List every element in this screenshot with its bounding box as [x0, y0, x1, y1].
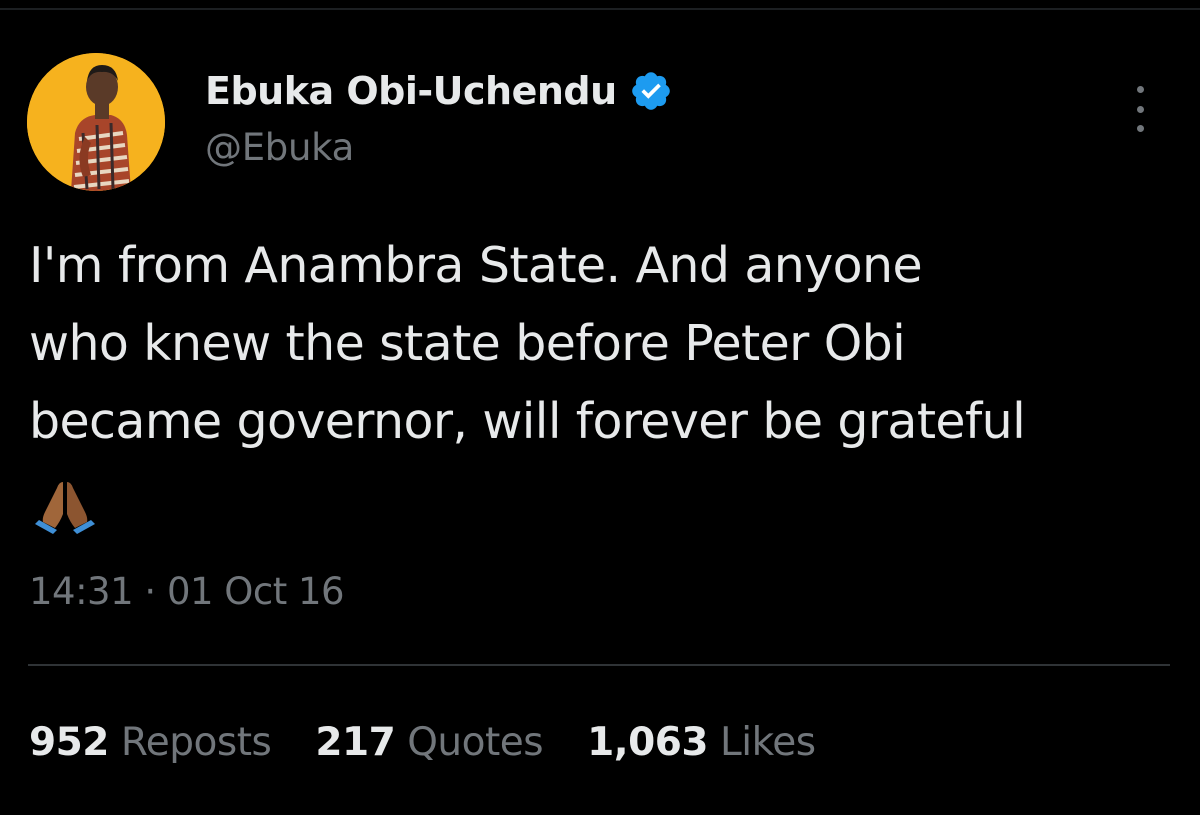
tweet-text-line: became governor, will forever be gratefu…: [29, 393, 1026, 450]
quotes-stat[interactable]: 217 Quotes: [315, 720, 543, 765]
likes-label: Likes: [720, 720, 816, 765]
author-display-name[interactable]: Ebuka Obi-Uchendu: [205, 69, 617, 113]
top-border: [0, 8, 1200, 10]
timestamp-separator: ·: [144, 570, 156, 613]
avatar-photo: [27, 53, 165, 191]
more-dot: [1136, 125, 1144, 132]
folded-hands-emoji: [33, 478, 97, 534]
tweet-card: Ebuka Obi-Uchendu @Ebuka I'm from Anambr…: [0, 0, 1200, 815]
tweet-text: I'm from Anambra State. And anyone who k…: [29, 227, 1179, 461]
engagement-stats: 952 Reposts 217 Quotes 1,063 Likes: [29, 720, 860, 765]
more-options-icon[interactable]: [1122, 86, 1158, 132]
reposts-stat[interactable]: 952 Reposts: [29, 720, 272, 765]
likes-count: 1,063: [587, 720, 708, 765]
tweet-date: 01 Oct 16: [166, 570, 345, 613]
tweet-time: 14:31: [29, 570, 134, 613]
more-dot: [1136, 105, 1144, 113]
divider: [28, 664, 1170, 666]
quotes-label: Quotes: [407, 720, 544, 765]
tweet-text-line: I'm from Anambra State. And anyone: [29, 237, 923, 294]
author-name-row: Ebuka Obi-Uchendu: [205, 66, 673, 116]
avatar[interactable]: [27, 53, 165, 191]
author-handle[interactable]: @Ebuka: [205, 126, 354, 169]
reposts-count: 952: [29, 720, 109, 765]
likes-stat[interactable]: 1,063 Likes: [587, 720, 816, 765]
verified-badge-icon[interactable]: [629, 69, 673, 113]
reposts-label: Reposts: [120, 720, 272, 765]
quotes-count: 217: [315, 720, 396, 765]
tweet-text-line: who knew the state before Peter Obi: [29, 315, 906, 372]
tweet-timestamp[interactable]: 14:31 · 01 Oct 16: [29, 570, 345, 613]
more-dot: [1136, 86, 1144, 93]
